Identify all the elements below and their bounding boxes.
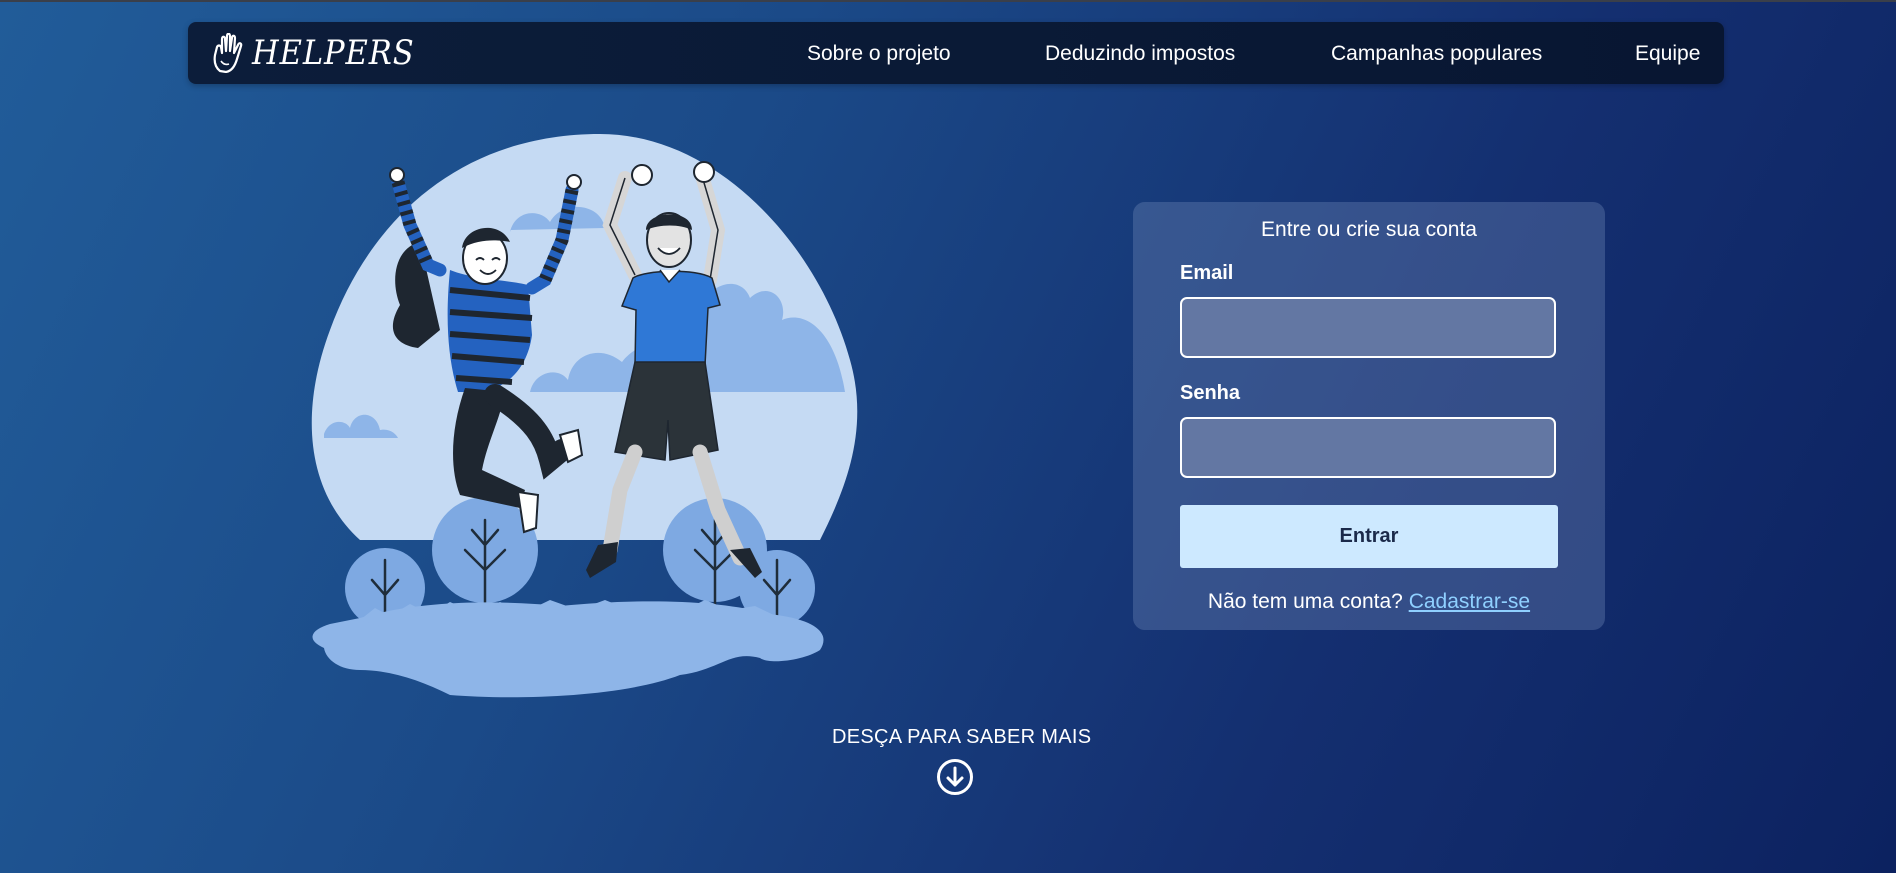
nav-link-sobre-o-projeto[interactable]: Sobre o projeto — [807, 42, 951, 66]
brand-name: HELPERS — [252, 33, 415, 73]
brand-logo[interactable]: HELPERS — [212, 32, 433, 74]
login-button[interactable]: Entrar — [1180, 505, 1558, 568]
signup-row: Não tem uma conta? Cadastrar-se — [1133, 590, 1605, 614]
signup-prompt: Não tem uma conta? — [1207, 590, 1403, 613]
hand-icon — [213, 33, 243, 73]
signup-link[interactable]: Cadastrar-se — [1409, 590, 1530, 613]
email-label: Email — [1180, 262, 1234, 284]
login-card: Entre ou crie sua conta Email Senha Entr… — [1133, 202, 1605, 630]
scroll-hint-text: DESÇA PARA SABER MAIS — [832, 726, 1092, 748]
nav-link-equipe[interactable]: Equipe — [1635, 42, 1700, 66]
top-navbar: HELPERS Sobre o projeto Deduzindo impost… — [188, 22, 1724, 84]
arrow-down-circle-icon[interactable] — [936, 758, 974, 796]
nav-link-deduzindo-impostos[interactable]: Deduzindo impostos — [1045, 42, 1235, 66]
two-people-jumping-illustration — [311, 134, 858, 698]
password-field[interactable] — [1180, 417, 1556, 478]
email-field[interactable] — [1180, 297, 1556, 358]
login-title: Entre ou crie sua conta — [1261, 218, 1477, 241]
password-label: Senha — [1180, 382, 1241, 404]
nav-link-campanhas-populares[interactable]: Campanhas populares — [1331, 42, 1542, 66]
